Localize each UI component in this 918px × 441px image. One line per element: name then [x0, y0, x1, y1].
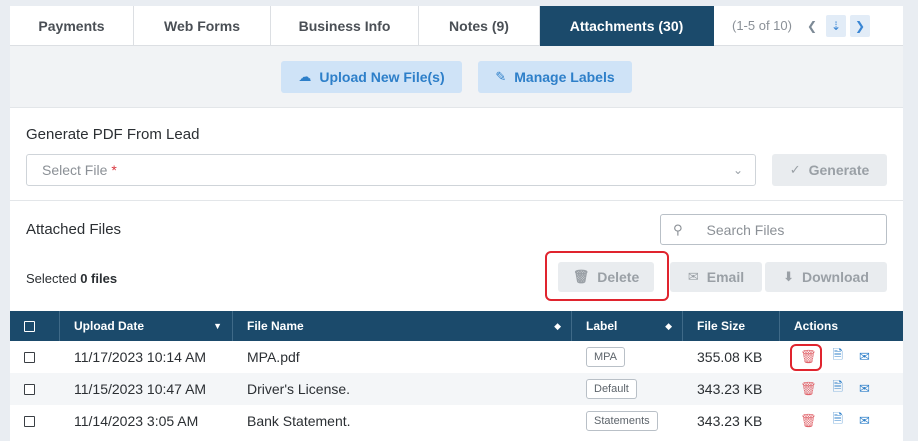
sort-icon: ◆: [665, 320, 672, 331]
header-file-size-label: File Size: [697, 319, 746, 333]
download-icon: ⬇: [783, 269, 794, 284]
email-label: Email: [706, 269, 745, 285]
trash-icon[interactable]: 🗑: [800, 381, 817, 397]
manage-labels-button[interactable]: ✎ Manage Labels: [478, 61, 632, 93]
tab-attachments[interactable]: Attachments (30): [540, 6, 714, 46]
cloud-upload-icon: ☁: [298, 69, 312, 84]
search-placeholder: Search Files: [706, 221, 785, 238]
table-header: Upload Date ▼ File Name ◆ Label ◆ File S…: [10, 311, 903, 341]
selected-count-text: Selected 0 files: [26, 271, 117, 286]
sort-icon: ◆: [554, 320, 561, 331]
header-file-name-label: File Name: [247, 319, 304, 333]
download-button[interactable]: ⬇ Download: [765, 262, 887, 292]
search-icon: ⚲: [673, 221, 683, 237]
select-placeholder: Select File: [42, 162, 108, 178]
double-chevron-down-icon[interactable]: ⇣: [825, 14, 846, 37]
header-file-size: File Size: [683, 311, 780, 341]
tab-business-info[interactable]: Business Info: [271, 6, 419, 46]
pdf-icon[interactable]: 🗎: [833, 346, 843, 368]
envelope-icon: ✉: [687, 269, 699, 284]
trash-icon[interactable]: 🗑: [800, 413, 817, 429]
row-file-size: 343.23 KB: [697, 413, 763, 429]
pdf-icon[interactable]: 🗎: [833, 378, 843, 400]
pager-text: (1-5 of 10): [732, 18, 792, 33]
table-row[interactable]: 11/15/2023 10:47 AM Driver's License. De…: [10, 373, 903, 405]
chevron-left-icon[interactable]: ❮: [802, 15, 822, 37]
header-upload-date-label: Upload Date: [74, 319, 145, 333]
row-date: 11/14/2023 3:05 AM: [74, 413, 199, 429]
pdf-icon[interactable]: 🗎: [833, 410, 843, 432]
header-upload-date[interactable]: Upload Date ▼: [60, 311, 233, 341]
row-label-chip: MPA: [586, 347, 626, 367]
row-file-size: 355.08 KB: [697, 349, 763, 365]
row-checkbox[interactable]: [24, 383, 35, 395]
envelope-icon[interactable]: ✉: [859, 413, 870, 429]
selected-count: 0 files: [80, 271, 118, 286]
attachments-panel: Payments Web Forms Business Info Notes (…: [10, 6, 903, 441]
row-file-name[interactable]: Driver's License.: [233, 373, 572, 405]
row-file-name[interactable]: Bank Statement.: [233, 405, 572, 437]
row-date: 11/15/2023 10:47 AM: [74, 381, 207, 397]
generate-pdf-title: Generate PDF From Lead: [26, 126, 200, 143]
attached-files-title: Attached Files: [26, 221, 122, 238]
envelope-icon[interactable]: ✉: [859, 381, 870, 397]
chevron-down-icon: ⌄: [732, 163, 743, 177]
delete-highlight-box: [545, 251, 669, 301]
check-icon: ✓: [789, 162, 801, 177]
header-file-name[interactable]: File Name ◆: [233, 311, 572, 341]
row-file-size: 343.23 KB: [697, 381, 763, 397]
chevron-right-icon[interactable]: ❯: [849, 14, 870, 37]
envelope-icon[interactable]: ✉: [859, 349, 870, 365]
header-label[interactable]: Label ◆: [572, 311, 683, 341]
manage-label: Manage Labels: [514, 69, 615, 85]
email-button[interactable]: ✉ Email: [670, 262, 762, 292]
selected-prefix: Selected: [26, 271, 77, 286]
section-divider: [10, 200, 903, 201]
row-date: 11/17/2023 10:14 AM: [74, 349, 207, 365]
tab-web-forms[interactable]: Web Forms: [134, 6, 271, 46]
download-label: Download: [802, 269, 869, 285]
row-delete-highlight-box: [790, 344, 822, 371]
search-files-input[interactable]: ⚲ Search Files: [660, 214, 887, 245]
row-label-chip: Default: [586, 379, 637, 399]
tab-bar: Payments Web Forms Business Info Notes (…: [10, 6, 903, 46]
generate-label: Generate: [808, 162, 870, 178]
tab-payments[interactable]: Payments: [10, 6, 134, 46]
table-row[interactable]: 11/17/2023 10:14 AM MPA.pdf MPA 355.08 K…: [10, 341, 903, 373]
row-label-chip: Statements: [586, 411, 658, 431]
row-checkbox[interactable]: [24, 351, 35, 363]
upload-label: Upload New File(s): [319, 69, 445, 85]
row-file-name[interactable]: MPA.pdf: [233, 341, 572, 373]
header-actions: Actions: [780, 311, 903, 341]
sort-desc-icon: ▼: [213, 321, 222, 331]
upload-band: ☁ Upload New File(s) ✎ Manage Labels: [10, 46, 903, 108]
required-mark: *: [111, 162, 117, 178]
tab-pager: (1-5 of 10) ❮ ⇣ ❯: [714, 6, 903, 46]
table-row[interactable]: 11/14/2023 3:05 AM Bank Statement. State…: [10, 405, 903, 437]
upload-new-files-button[interactable]: ☁ Upload New File(s): [281, 61, 462, 93]
edit-icon: ✎: [495, 69, 507, 84]
header-actions-label: Actions: [794, 319, 839, 333]
select-all-checkbox[interactable]: [24, 320, 35, 332]
tab-notes[interactable]: Notes (9): [419, 6, 540, 46]
header-select-all[interactable]: [10, 311, 60, 341]
select-file-dropdown[interactable]: Select File * ⌄: [26, 154, 756, 186]
header-label-label: Label: [586, 319, 618, 333]
row-checkbox[interactable]: [24, 415, 35, 427]
generate-button[interactable]: ✓ Generate: [772, 154, 887, 186]
